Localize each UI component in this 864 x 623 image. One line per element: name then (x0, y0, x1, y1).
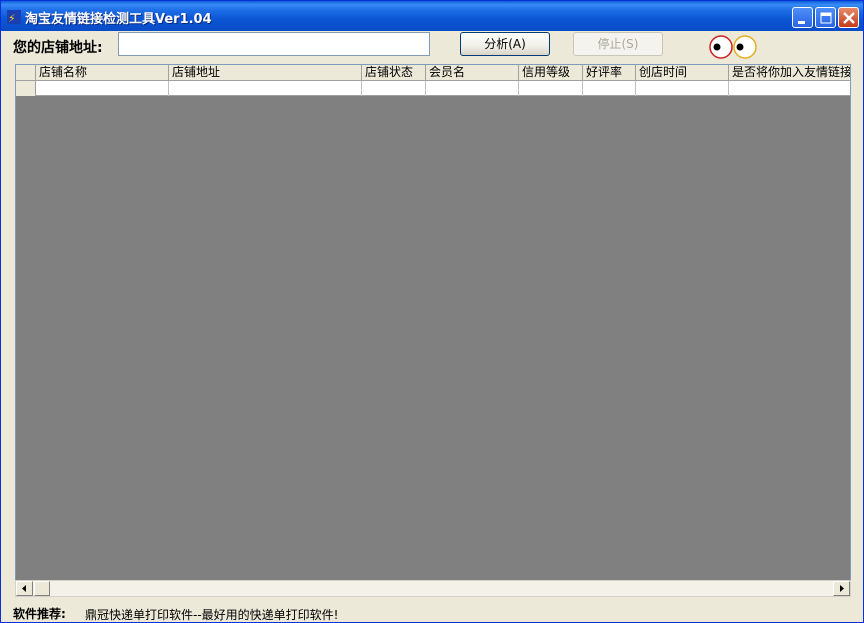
shop-url-input[interactable] (118, 32, 430, 56)
table-cell[interactable] (519, 81, 583, 96)
stop-button[interactable]: 停止(S) (573, 32, 663, 56)
header-corner (16, 65, 36, 81)
arrow-right-icon (840, 585, 844, 592)
column-header[interactable]: 会员名 (426, 65, 519, 81)
column-header[interactable]: 创店时间 (636, 65, 729, 81)
scroll-right-button[interactable] (833, 581, 850, 596)
table-cell[interactable] (362, 81, 426, 96)
title-bar[interactable]: ⚡ 淘宝友情链接检测工具Ver1.04 (1, 1, 863, 31)
recommend-label: 软件推荐: (13, 607, 66, 621)
horizontal-scrollbar[interactable] (15, 580, 851, 597)
table-cell[interactable] (583, 81, 636, 96)
row-selector[interactable] (16, 81, 36, 96)
analyze-button[interactable]: 分析(A) (460, 32, 550, 56)
shop-url-label: 您的店铺地址: (13, 40, 103, 56)
maximize-button[interactable] (815, 7, 836, 28)
column-header[interactable]: 店铺名称 (36, 65, 169, 81)
close-button[interactable] (838, 7, 859, 28)
svg-text:⚡: ⚡ (8, 12, 16, 25)
column-header[interactable]: 店铺地址 (169, 65, 362, 81)
column-header[interactable]: 信用等级 (519, 65, 583, 81)
table-cell[interactable] (426, 81, 519, 96)
minimize-button[interactable] (792, 7, 813, 28)
table-cell[interactable] (729, 81, 850, 96)
eyes-icon (709, 35, 757, 59)
minimize-icon (798, 21, 805, 24)
scroll-thumb[interactable] (34, 581, 50, 596)
arrow-left-icon (22, 585, 26, 592)
column-header[interactable]: 店铺状态 (362, 65, 426, 81)
scroll-left-button[interactable] (16, 581, 33, 596)
table-cell[interactable] (36, 81, 169, 96)
column-header[interactable]: 是否将你加入友情链接 (729, 65, 850, 81)
grid-header: 店铺名称 店铺地址 店铺状态 会员名 信用等级 好评率 创店时间 是否将你加入友… (16, 65, 850, 81)
close-icon (843, 12, 855, 24)
table-cell[interactable] (636, 81, 729, 96)
table-row[interactable] (16, 81, 850, 96)
table-cell[interactable] (169, 81, 362, 96)
window-title: 淘宝友情链接检测工具Ver1.04 (25, 12, 212, 27)
column-header[interactable]: 好评率 (583, 65, 636, 81)
recommend-link[interactable]: 鼎冠快递单打印软件--最好用的快递单打印软件! (85, 606, 338, 623)
main-window: ⚡ 淘宝友情链接检测工具Ver1.04 您的店铺地址: 分析(A) 停止(S) … (0, 0, 864, 623)
results-grid[interactable]: 店铺名称 店铺地址 店铺状态 会员名 信用等级 好评率 创店时间 是否将你加入友… (15, 64, 851, 597)
wrench-icon: ⚡ (7, 10, 21, 25)
maximize-icon (820, 12, 832, 24)
